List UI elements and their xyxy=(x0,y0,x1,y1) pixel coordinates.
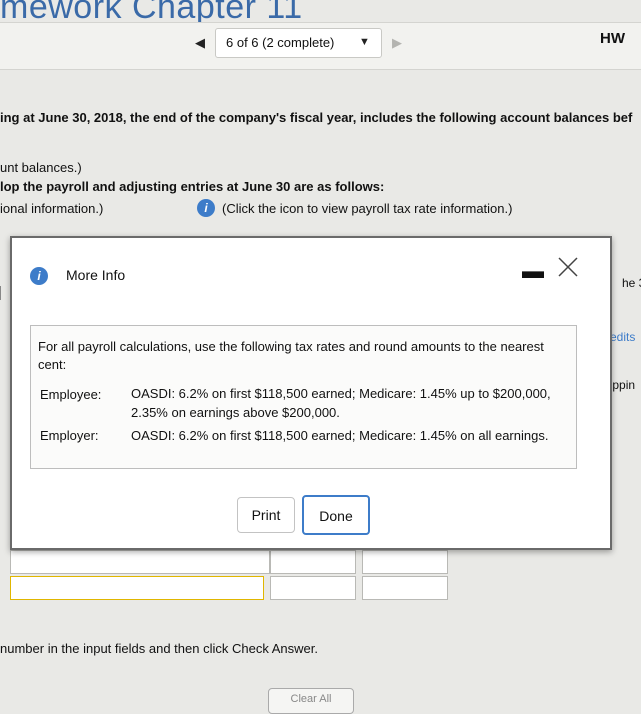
caret-down-icon[interactable]: ▼ xyxy=(359,36,370,48)
background-table-edge xyxy=(0,365,8,379)
background-table-edge xyxy=(0,425,8,439)
close-icon[interactable] xyxy=(556,254,580,280)
debit-input-cell[interactable] xyxy=(270,576,356,600)
clear-all-button[interactable]: Clear All xyxy=(268,688,354,714)
info-icon[interactable]: i xyxy=(197,199,215,217)
credit-input-cell[interactable] xyxy=(362,576,448,600)
footer-instruction: number in the input fields and then clic… xyxy=(0,641,318,656)
employee-label: Employee: xyxy=(40,387,102,402)
info-icon: i xyxy=(30,267,48,285)
dialog-title: More Info xyxy=(66,267,126,283)
tax-rate-intro: For all payroll calculations, use the fo… xyxy=(38,339,544,372)
debit-input-cell[interactable] xyxy=(270,550,356,574)
problem-text-line: ing at June 30, 2018, the end of the com… xyxy=(0,110,633,125)
left-arrow-icon[interactable]: ◀ xyxy=(195,36,209,50)
hw-score-label: HW xyxy=(600,30,625,47)
problem-text-line: lop the payroll and adjusting entries at… xyxy=(0,179,385,194)
employee-tax-rates: OASDI: 6.2% on first $118,500 earned; Me… xyxy=(131,386,551,420)
question-pager-dropdown[interactable]: 6 of 6 (2 complete) xyxy=(215,28,382,58)
background-table-edge xyxy=(0,398,8,412)
minimize-icon[interactable]: ▬ xyxy=(522,260,544,282)
additional-info-link[interactable]: ional information.) xyxy=(0,201,103,216)
employer-label: Employer: xyxy=(40,428,99,443)
background-table-edge xyxy=(0,340,8,354)
background-table-edge xyxy=(0,306,8,320)
problem-text-line: unt balances.) xyxy=(0,160,82,175)
credit-input-cell[interactable] xyxy=(362,550,448,574)
payroll-tax-info-link[interactable]: (Click the icon to view payroll tax rate… xyxy=(222,201,512,216)
background-text-fragment: he 30 a xyxy=(622,276,641,290)
account-input-cell[interactable] xyxy=(10,576,264,600)
right-arrow-icon[interactable]: ▶ xyxy=(392,35,402,51)
background-table-edge xyxy=(0,286,9,300)
background-table-edge xyxy=(0,450,8,464)
done-button[interactable]: Done xyxy=(302,495,370,535)
print-button[interactable]: Print xyxy=(237,497,295,533)
account-input-cell[interactable] xyxy=(10,550,270,574)
employer-tax-rates: OASDI: 6.2% on first $118,500 earned; Me… xyxy=(131,428,549,443)
